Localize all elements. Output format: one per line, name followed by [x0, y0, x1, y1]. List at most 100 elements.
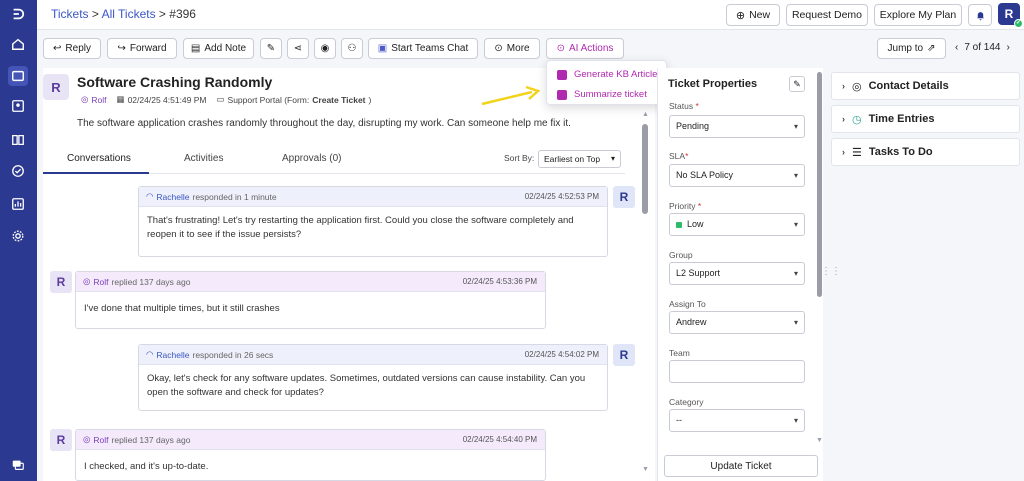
tab-activities[interactable]: Activities [184, 153, 223, 164]
tab-conversations[interactable]: Conversations [67, 153, 131, 164]
message-author[interactable]: Rachelle [156, 192, 189, 202]
chevron-down-icon: ▾ [793, 318, 798, 327]
time-entries-section[interactable]: › ◷ Time Entries [831, 105, 1020, 133]
ai-actions-menu: Generate KB Article Summarize ticket [546, 60, 667, 105]
user-circle-icon: ◎ [83, 276, 91, 286]
priority-indicator [676, 221, 682, 228]
breadcrumb-current: #396 [169, 7, 196, 21]
chevron-down-icon: ▾ [793, 416, 798, 425]
agent-icon: ◠ [146, 349, 154, 359]
priority-label: Priority * [669, 201, 701, 211]
logo-icon[interactable] [8, 4, 28, 24]
message-author[interactable]: Rolf [93, 435, 108, 445]
share-button[interactable]: ⋖ [287, 38, 309, 59]
user-avatar[interactable]: R ✓ [998, 3, 1023, 28]
category-select[interactable]: -- ▾ [669, 409, 805, 432]
group-label: Group [669, 250, 693, 260]
ai-actions-button[interactable]: ⊙ AI Actions [546, 38, 624, 59]
reply-button[interactable]: ↩ Reply [43, 38, 101, 59]
edit-button[interactable]: ✎ [260, 38, 282, 59]
contact-details-label: Contact Details [868, 80, 949, 92]
properties-scrollbar[interactable] [817, 72, 822, 297]
scroll-down-icon[interactable]: ▼ [642, 466, 649, 473]
teams-chat-label: Start Teams Chat [391, 43, 469, 54]
user-avatar-initial: R [1004, 7, 1014, 21]
jump-icon: ⇗ [927, 43, 936, 54]
breadcrumb-tickets[interactable]: Tickets [51, 7, 89, 21]
eye-icon: ◉ [320, 43, 330, 54]
group-select[interactable]: L2 Support ▾ [669, 262, 805, 285]
assign-to-label: Assign To [669, 299, 706, 309]
menu-item-label: Summarize ticket [574, 89, 647, 100]
sort-select[interactable]: Earliest on Top ▾ [538, 150, 621, 168]
chevron-down-icon: ▾ [793, 122, 798, 131]
calendar-icon: ▦ [116, 94, 125, 104]
created-chip: ▦ 02/24/25 4:51:49 PM [117, 94, 207, 105]
message-author[interactable]: Rolf [93, 277, 108, 287]
requester-chip[interactable]: ◎ Rolf [81, 94, 107, 105]
add-note-button[interactable]: ▤ Add Note [183, 38, 254, 59]
notifications-button[interactable] [968, 4, 992, 26]
explore-plan-button[interactable]: Explore My Plan [874, 4, 962, 26]
breadcrumb-separator: > [88, 7, 102, 21]
gear-icon[interactable] [8, 226, 28, 246]
update-ticket-button[interactable]: Update Ticket [664, 455, 818, 477]
scroll-down-icon[interactable]: ▼ [816, 437, 823, 444]
teams-chat-button[interactable]: ▣ Start Teams Chat [368, 38, 478, 59]
contact-icon[interactable] [8, 96, 28, 116]
tasks-to-do-section[interactable]: › ☰ Tasks To Do [831, 138, 1020, 166]
message-body: That's frustrating! Let's try restarting… [147, 215, 574, 240]
online-check-icon: ✓ [1014, 19, 1023, 28]
new-button[interactable]: ⊕ New [726, 4, 780, 26]
document-icon [557, 69, 567, 80]
new-button-label: New [749, 9, 771, 21]
note-icon: ▤ [190, 43, 201, 54]
chart-icon[interactable] [8, 194, 28, 214]
message-time: 02/24/25 4:52:53 PM [524, 192, 599, 201]
tab-approvals[interactable]: Approvals (0) [282, 153, 341, 164]
add-user-icon: ⚇ [347, 43, 357, 54]
source-form: Create Ticket [312, 94, 366, 105]
assign-to-select[interactable]: Andrew ▾ [669, 311, 805, 334]
summary-icon [557, 89, 567, 100]
message-header: ◠ Rachelle responded in 1 minute 02/24/2… [139, 187, 607, 207]
share-icon: ⋖ [293, 43, 303, 54]
prev-chevron-icon[interactable]: ‹ [955, 42, 958, 53]
forward-label: Forward [129, 43, 167, 54]
status-select[interactable]: Pending ▾ [669, 115, 805, 138]
more-button[interactable]: ⊙ More [484, 38, 540, 59]
jump-to-button[interactable]: Jump to ⇗ [877, 38, 946, 59]
contact-details-section[interactable]: › ◎ Contact Details [831, 72, 1020, 100]
team-input[interactable] [669, 360, 805, 383]
add-user-button[interactable]: ⚇ [341, 38, 363, 59]
menu-item-summarize[interactable]: Summarize ticket [557, 89, 647, 100]
customer-avatar: R [50, 271, 72, 293]
check-circle-icon[interactable] [8, 161, 28, 181]
sort-value: Earliest on Top [544, 154, 601, 164]
chat-icon[interactable] [8, 455, 28, 475]
drag-handle-icon[interactable]: ⋮⋮ [821, 266, 841, 277]
forward-button[interactable]: ↪ Forward [107, 38, 177, 59]
sla-select[interactable]: No SLA Policy ▾ [669, 164, 805, 187]
message-author[interactable]: Rachelle [156, 350, 189, 360]
breadcrumb: Tickets > All Tickets > #396 [51, 7, 196, 21]
book-icon[interactable] [8, 130, 28, 150]
menu-item-generate-kb[interactable]: Generate KB Article [557, 69, 657, 80]
message-header: ◎ Rolf replied 137 days ago 02/24/25 4:5… [76, 430, 545, 450]
priority-value: Low [687, 219, 704, 229]
ticket-icon[interactable] [8, 66, 28, 86]
sidebar [0, 0, 37, 481]
created-time: 02/24/25 4:51:49 PM [127, 94, 207, 105]
message-body: Okay, let's check for any software updat… [147, 373, 586, 398]
watch-button[interactable]: ◉ [314, 38, 336, 59]
request-demo-button[interactable]: Request Demo [786, 4, 868, 26]
scroll-up-icon[interactable]: ▲ [642, 111, 649, 118]
home-icon[interactable] [8, 34, 28, 54]
chevron-right-icon: › [842, 81, 845, 91]
edit-properties-button[interactable]: ✎ [789, 76, 805, 92]
chevron-down-icon: ▾ [610, 154, 615, 163]
breadcrumb-all-tickets[interactable]: All Tickets [102, 7, 156, 21]
priority-select[interactable]: Low ▾ [669, 213, 805, 236]
next-chevron-icon[interactable]: › [1007, 42, 1010, 53]
conversation-scrollbar[interactable] [642, 124, 648, 214]
